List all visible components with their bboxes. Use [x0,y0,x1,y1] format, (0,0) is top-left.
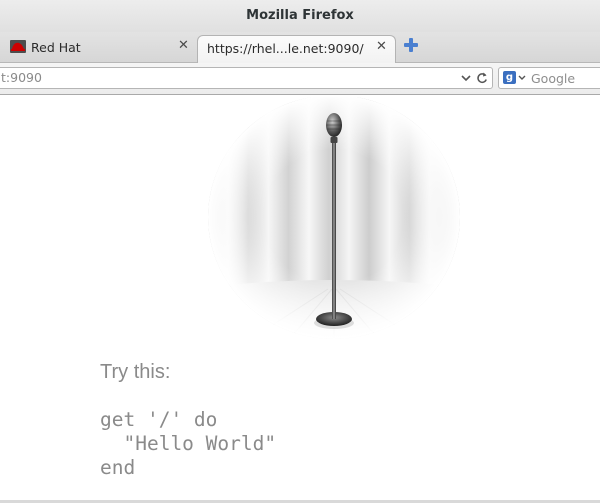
code-snippet: get '/' do "Hello World" end [100,408,277,479]
search-bar[interactable]: g [498,67,600,89]
google-engine-icon[interactable]: g [503,71,516,84]
tab-strip: Red Hat ✕ https://rhel...le.net:9090/ ✕ [0,32,600,63]
reload-icon[interactable] [476,71,488,85]
microphone-on-stage-icon [208,97,460,339]
chevron-down-icon[interactable] [518,74,526,82]
tab-red-hat[interactable]: Red Hat ✕ [0,34,196,60]
url-bar[interactable]: t:9090 [0,67,493,89]
tab-label: https://rhel...le.net:9090/ [207,41,364,56]
search-input[interactable] [531,69,600,87]
url-text[interactable]: t:9090 [1,70,42,85]
tab-active-localhost[interactable]: https://rhel...le.net:9090/ ✕ [197,35,396,63]
close-tab-icon[interactable]: ✕ [178,39,189,53]
page-content: Try this: get '/' do "Hello World" end [0,95,600,503]
try-this-label: Try this: [100,361,171,383]
title-bar: Mozilla Firefox [0,0,600,32]
redhat-icon [10,40,26,53]
navigation-bar: t:9090 g [0,63,600,95]
tab-label: Red Hat [31,40,81,55]
new-tab-plus-icon[interactable] [402,36,420,54]
firefox-window: Mozilla Firefox Red Hat ✕ https://rhel..… [0,0,600,503]
close-tab-icon[interactable]: ✕ [376,40,387,54]
chevron-down-icon[interactable] [461,71,471,85]
window-title: Mozilla Firefox [246,8,354,23]
